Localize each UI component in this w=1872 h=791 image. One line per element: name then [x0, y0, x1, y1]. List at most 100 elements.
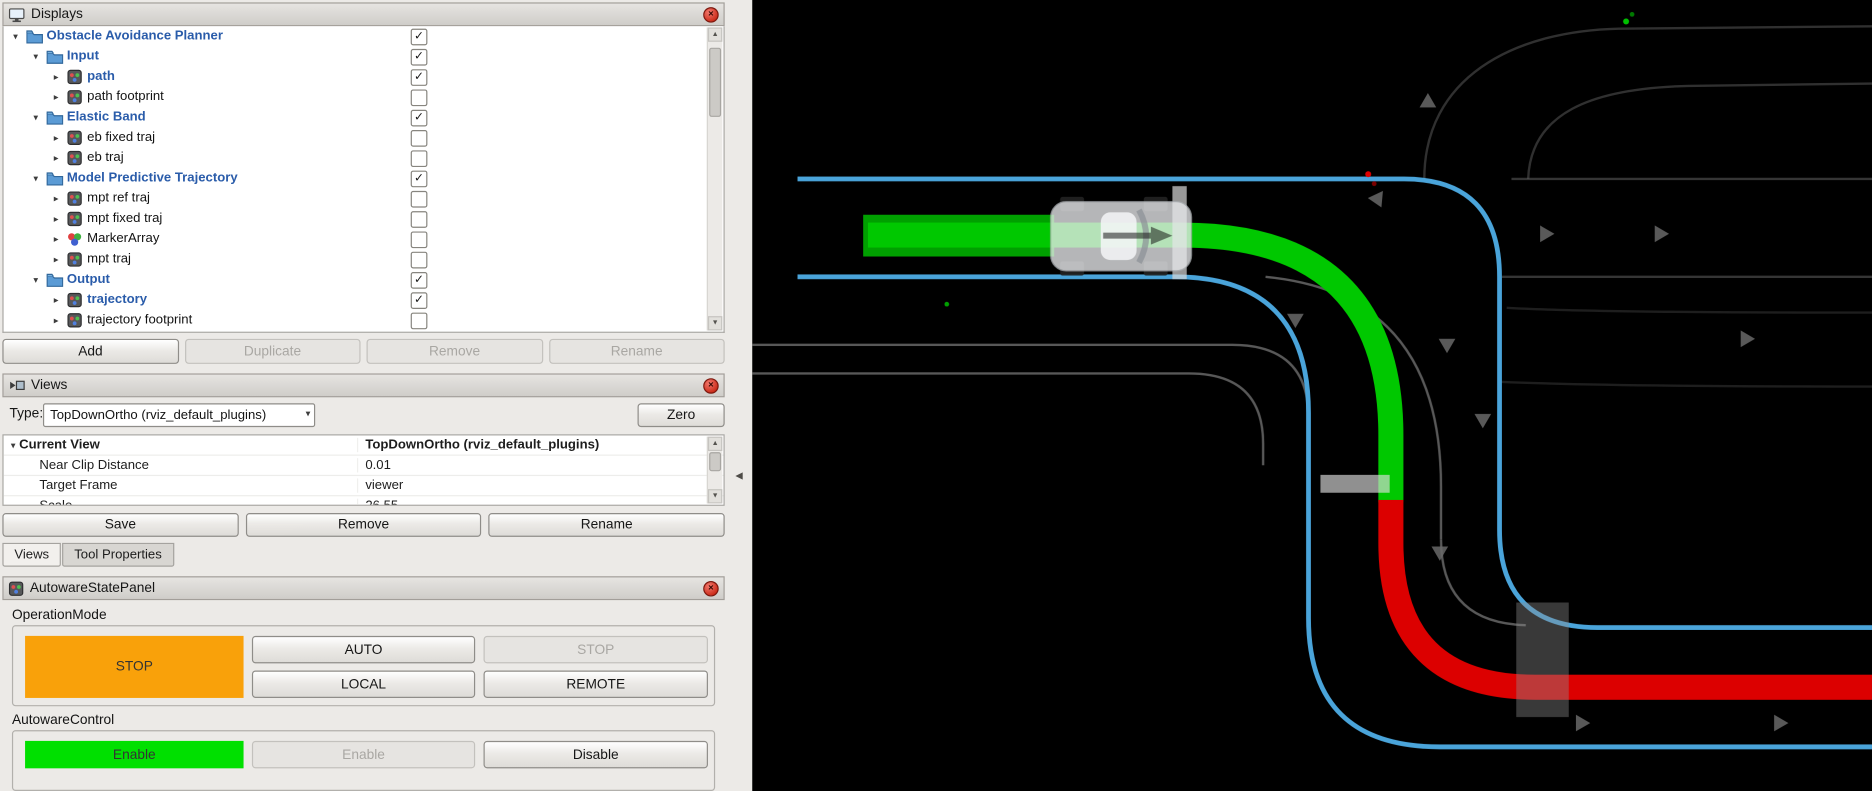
viewport-background	[752, 0, 1872, 791]
display-tree-row[interactable]: ▸trajectory footprint	[4, 310, 724, 330]
display-enabled-checkbox[interactable]: ✓	[411, 110, 428, 127]
display-enabled-checkbox[interactable]	[411, 150, 428, 167]
scrollbar-up-icon[interactable]: ▲	[708, 437, 722, 451]
display-tree-row[interactable]: ▸ mpt fixed traj	[4, 209, 724, 229]
display-label: mpt fixed traj	[87, 209, 162, 229]
display-tree-row[interactable]: ▾Elastic Band✓	[4, 107, 724, 127]
chevron-down-icon[interactable]: ▾	[11, 440, 16, 451]
display-enabled-checkbox[interactable]	[411, 191, 428, 208]
chevron-right-icon[interactable]: ▸	[49, 290, 63, 310]
scrollbar-thumb[interactable]	[709, 452, 721, 471]
close-icon[interactable]: ×	[703, 378, 719, 394]
display-tree-row[interactable]: ▸trajectory✓	[4, 290, 724, 310]
display-enabled-checkbox[interactable]: ✓	[411, 49, 428, 66]
scrollbar-down-icon[interactable]: ▼	[708, 316, 722, 330]
display-enabled-checkbox[interactable]: ✓	[411, 292, 428, 309]
views-icon	[8, 378, 25, 392]
auto-button[interactable]: AUTO	[252, 636, 475, 663]
display-label: Obstacle Avoidance Planner	[47, 26, 223, 46]
displays-panel-titlebar[interactable]: Displays ×	[2, 2, 724, 26]
view-type-row: Type: TopDownOrtho (rviz_default_plugins…	[2, 403, 724, 428]
folder-icon	[47, 171, 64, 187]
display-tree-row[interactable]: ▸path footprint	[4, 87, 724, 107]
displays-scrollbar[interactable]: ▲ ▼	[707, 27, 723, 330]
stop-button[interactable]: STOP	[484, 636, 708, 663]
views-scrollbar[interactable]: ▲ ▼	[707, 437, 723, 504]
display-tree-row[interactable]: ▸mpt ref traj	[4, 189, 724, 209]
display-tree-row[interactable]: ▸eb traj	[4, 148, 724, 168]
display-tree-row[interactable]: ▸eb fixed traj	[4, 128, 724, 148]
disable-button[interactable]: Disable	[484, 741, 708, 768]
display-tree-row[interactable]: ▸ MarkerArray	[4, 229, 724, 249]
chevron-right-icon[interactable]: ▸	[49, 67, 63, 87]
display-enabled-checkbox[interactable]: ✓	[411, 171, 428, 188]
display-tree-row[interactable]: ▸path✓	[4, 67, 724, 87]
scrollbar-thumb[interactable]	[709, 48, 721, 117]
3d-viewport[interactable]	[752, 0, 1872, 791]
display-enabled-checkbox[interactable]: ✓	[411, 69, 428, 86]
scrollbar-down-icon[interactable]: ▼	[708, 489, 722, 503]
view-property-row[interactable]: ▾Current ViewTopDownOrtho (rviz_default_…	[4, 435, 724, 455]
duplicate-button[interactable]: Duplicate	[184, 339, 360, 364]
operation-mode-label: OperationMode	[12, 608, 107, 622]
autoware-panel-titlebar[interactable]: AutowareStatePanel ×	[2, 576, 724, 600]
close-icon[interactable]: ×	[703, 580, 719, 596]
chevron-down-icon[interactable]: ▾	[29, 107, 43, 127]
add-button[interactable]: Add	[2, 339, 178, 364]
view-property-row[interactable]: Target Frameviewer	[4, 476, 724, 496]
remote-button[interactable]: REMOTE	[484, 670, 708, 697]
chevron-right-icon[interactable]: ▸	[49, 148, 63, 168]
display-tree-row[interactable]: ▾Output✓	[4, 270, 724, 290]
chevron-right-icon[interactable]: ▸	[49, 209, 63, 229]
folder-icon	[47, 49, 64, 65]
display-enabled-checkbox[interactable]: ✓	[411, 272, 428, 289]
chevron-right-icon[interactable]: ▸	[49, 310, 63, 330]
display-tree-row[interactable]: ▸mpt traj	[4, 249, 724, 269]
remove-button[interactable]: Remove	[246, 513, 482, 537]
chevron-right-icon[interactable]: ▸	[49, 229, 63, 249]
close-icon[interactable]: ×	[703, 7, 719, 23]
enable-button[interactable]: Enable	[252, 741, 475, 768]
type-label: Type:	[10, 407, 44, 421]
scrollbar-track[interactable]	[708, 451, 722, 489]
rename-button[interactable]: Rename	[549, 339, 725, 364]
autoware-panel-title: AutowareStatePanel	[30, 581, 155, 595]
display-enabled-checkbox[interactable]	[411, 130, 428, 147]
chevron-right-icon[interactable]: ▸	[49, 189, 63, 209]
display-tree-row[interactable]: ▾ Obstacle Avoidance Planner ✓	[4, 26, 724, 46]
save-button[interactable]: Save	[2, 513, 238, 537]
display-label: MarkerArray	[87, 229, 159, 249]
zero-button[interactable]: Zero	[638, 403, 725, 427]
chevron-right-icon[interactable]: ▸	[49, 87, 63, 107]
display-enabled-checkbox[interactable]	[411, 231, 428, 248]
scrollbar-track[interactable]	[708, 42, 722, 316]
display-enabled-checkbox[interactable]	[411, 313, 428, 330]
chevron-down-icon[interactable]: ▾	[8, 26, 22, 46]
chevron-right-icon[interactable]: ▸	[49, 128, 63, 148]
chevron-right-icon[interactable]: ▸	[49, 249, 63, 269]
display-enabled-checkbox[interactable]	[411, 252, 428, 269]
stop-line-horizontal	[1320, 475, 1389, 493]
tab-tool-properties[interactable]: Tool Properties	[62, 543, 173, 567]
display-enabled-checkbox[interactable]	[411, 89, 428, 106]
local-button[interactable]: LOCAL	[252, 670, 475, 697]
view-property-row[interactable]: Scale26.55	[4, 496, 724, 506]
rename-button[interactable]: Rename	[489, 513, 725, 537]
autoware-control-state: Enable	[25, 741, 243, 768]
display-enabled-checkbox[interactable]	[411, 211, 428, 228]
autoware-control-group: Enable Enable Disable	[12, 730, 715, 791]
tab-views[interactable]: Views	[2, 543, 61, 567]
display-tree-row[interactable]: ▾Model Predictive Trajectory✓	[4, 168, 724, 188]
scrollbar-up-icon[interactable]: ▲	[708, 27, 722, 41]
chevron-down-icon[interactable]: ▾	[29, 270, 43, 290]
display-enabled-checkbox[interactable]: ✓	[411, 29, 428, 46]
chevron-down-icon[interactable]: ▾	[29, 47, 43, 67]
view-property-row[interactable]: Near Clip Distance0.01	[4, 456, 724, 476]
views-panel-titlebar[interactable]: Views ×	[2, 373, 724, 397]
monitor-icon	[8, 7, 25, 23]
remove-button[interactable]: Remove	[367, 339, 543, 364]
chevron-down-icon[interactable]: ▾	[29, 168, 43, 188]
display-tree-row[interactable]: ▾Input✓	[4, 47, 724, 67]
panel-collapse-handle[interactable]: ◀	[729, 466, 748, 484]
view-type-dropdown[interactable]: TopDownOrtho (rviz_default_plugins) ▾	[43, 403, 315, 427]
